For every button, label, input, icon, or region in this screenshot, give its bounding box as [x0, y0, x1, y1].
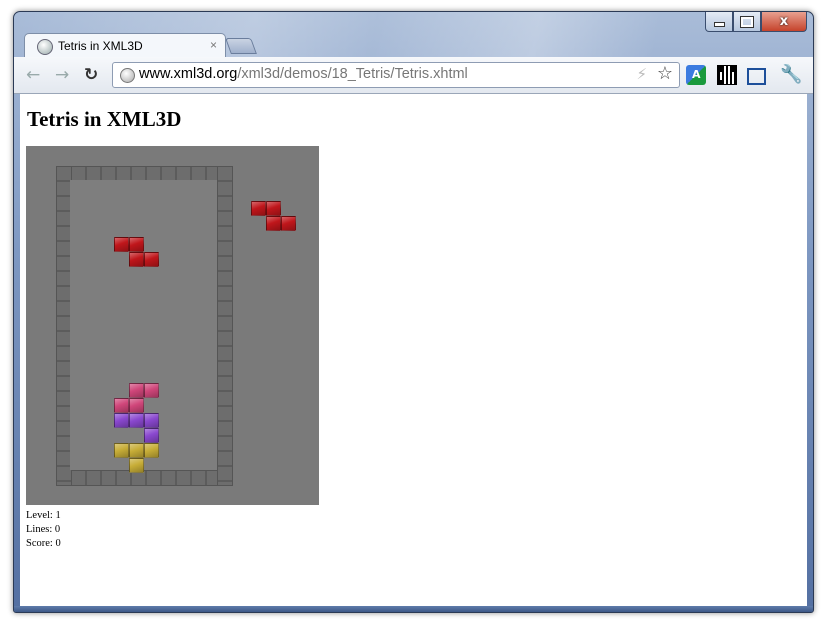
stack-pink-block	[129, 398, 144, 413]
stack-yellow-block	[129, 443, 144, 458]
next-piece-block	[266, 201, 281, 216]
stack-purple-block	[144, 413, 159, 428]
close-window-button[interactable]: x	[761, 12, 807, 32]
board-right-wall	[217, 166, 233, 486]
bookmark-star-icon[interactable]: ☆	[657, 63, 673, 84]
board-bottom-wall	[56, 470, 233, 486]
translate-letter: A	[692, 68, 701, 81]
stack-yellow-block	[129, 458, 144, 473]
game-stats: Level: 1 Lines: 0 Score: 0	[26, 509, 61, 551]
translate-extension-icon[interactable]: A	[686, 65, 706, 85]
lines-label: Lines: 0	[26, 524, 61, 535]
minimize-button[interactable]	[705, 12, 733, 32]
tetris-game-canvas[interactable]	[26, 146, 319, 505]
browser-window: x Tetris in XML3D × ← → ↻ www.xml3d.org/…	[13, 11, 814, 613]
maximize-icon	[740, 15, 754, 28]
forward-icon[interactable]: →	[55, 65, 69, 85]
score-label: Score: 0	[26, 538, 61, 549]
falling-piece-block	[129, 237, 144, 252]
minimize-icon	[713, 22, 725, 27]
stack-yellow-block	[144, 443, 159, 458]
window-controls: x	[705, 12, 807, 32]
close-icon: x	[779, 14, 789, 29]
stack-pink-block	[144, 383, 159, 398]
address-bar[interactable]: www.xml3d.org/xml3d/demos/18_Tetris/Tetr…	[112, 62, 680, 88]
stack-purple-block	[144, 428, 159, 443]
url-host: www.xml3d.org	[139, 66, 238, 82]
maximize-button[interactable]	[733, 12, 761, 32]
globe-icon	[120, 68, 135, 83]
bolt-icon[interactable]: ⚡	[636, 65, 647, 83]
wrench-menu-icon[interactable]: 🔧	[780, 64, 802, 85]
reload-icon[interactable]: ↻	[84, 65, 98, 85]
falling-piece-block	[144, 252, 159, 267]
tab-title: Tetris in XML3D	[58, 39, 143, 53]
stack-pink-block	[129, 383, 144, 398]
url-text[interactable]: www.xml3d.org/xml3d/demos/18_Tetris/Tetr…	[139, 66, 468, 82]
next-piece-block	[251, 201, 266, 216]
page-title: Tetris in XML3D	[27, 107, 182, 131]
tab-tetris[interactable]: Tetris in XML3D ×	[24, 33, 226, 58]
page-content: Tetris in XML3D Level: 1 Lines: 0 Score:…	[20, 94, 807, 606]
next-piece-block	[266, 216, 281, 231]
level-label: Level: 1	[26, 510, 61, 521]
screen-capture-extension-icon[interactable]	[747, 68, 766, 85]
stack-purple-block	[114, 413, 129, 428]
stack-pink-block	[114, 398, 129, 413]
back-icon[interactable]: ←	[26, 65, 40, 85]
window-bottom-frame	[14, 606, 813, 612]
falling-piece-block	[114, 237, 129, 252]
url-path: /xml3d/demos/18_Tetris/Tetris.xhtml	[237, 66, 468, 82]
falling-piece-block	[129, 252, 144, 267]
globe-icon	[37, 39, 53, 55]
stack-yellow-block	[114, 443, 129, 458]
new-tab-button[interactable]	[225, 38, 257, 54]
browser-toolbar: ← → ↻ www.xml3d.org/xml3d/demos/18_Tetri…	[14, 57, 813, 94]
next-piece-block	[281, 216, 296, 231]
qr-code-extension-icon[interactable]	[717, 65, 737, 85]
stack-purple-block	[129, 413, 144, 428]
tab-close-icon[interactable]: ×	[210, 38, 217, 52]
